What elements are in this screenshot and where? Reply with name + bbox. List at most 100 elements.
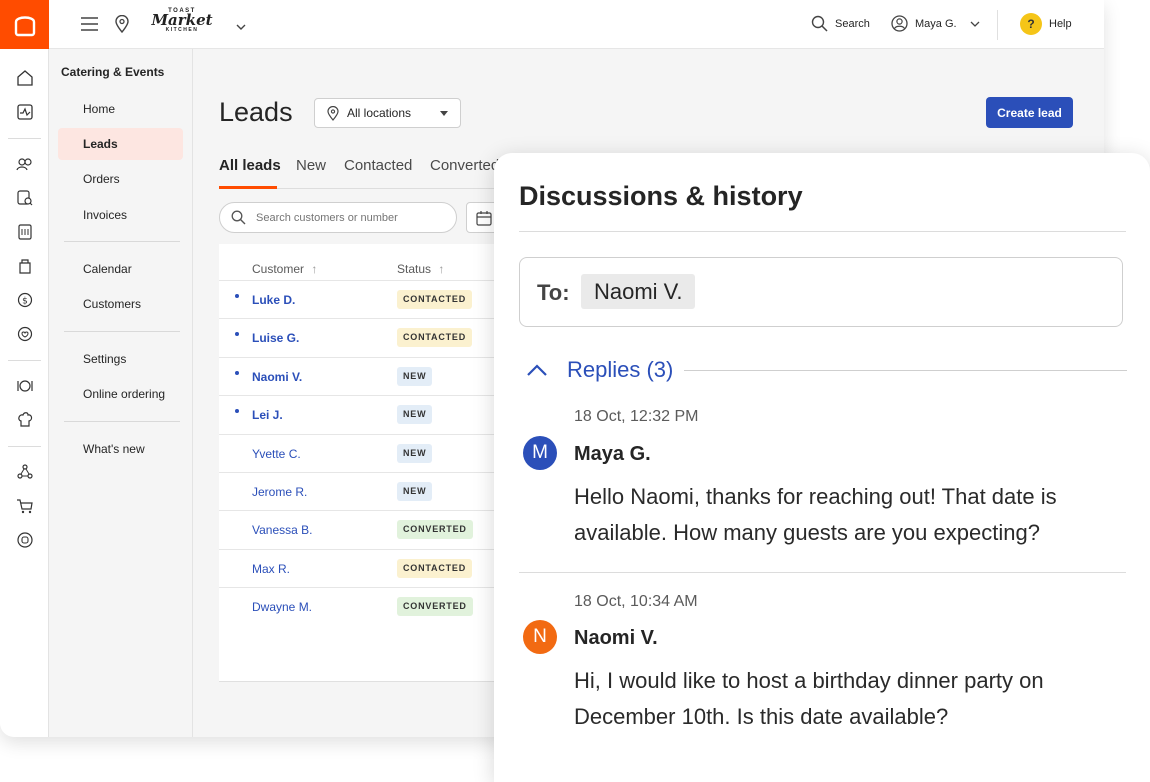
sidebar-item-online-ordering[interactable]: Online ordering [58, 378, 183, 410]
unread-indicator [235, 370, 239, 375]
search-icon [811, 15, 828, 32]
search-label: Search [835, 17, 870, 30]
chevron-down-icon[interactable] [236, 18, 246, 36]
table-row[interactable]: Jerome R. NEW [219, 472, 519, 510]
create-lead-button[interactable]: Create lead [986, 97, 1073, 128]
table-row[interactable]: Max R. CONTACTED [219, 548, 519, 587]
status-badge: CONVERTED [397, 520, 473, 540]
status-badge: NEW [397, 482, 433, 501]
bag-icon[interactable] [12, 253, 37, 278]
dining-icon[interactable] [12, 373, 37, 398]
table-row[interactable]: Luise G. CONTACTED [219, 318, 519, 356]
discussion-panel: Discussions & history To: Naomi V. Repli… [494, 153, 1150, 782]
sidebar: Catering & Events Home Leads Orders Invo… [49, 49, 193, 737]
help-button[interactable]: ? Help [1020, 13, 1072, 35]
customer-link[interactable]: Max R. [252, 562, 290, 576]
calendar-icon [476, 210, 492, 226]
guests-icon[interactable] [12, 151, 37, 176]
customer-link[interactable]: Vanessa B. [252, 523, 312, 537]
table-row[interactable]: Yvette C. NEW [219, 433, 519, 472]
customer-link[interactable]: Luise G. [252, 331, 299, 345]
location-select[interactable]: All locations [314, 98, 461, 128]
status-badge: CONTACTED [397, 328, 473, 348]
money-icon[interactable]: $ [12, 287, 37, 312]
column-header-customer[interactable]: Customer ↑ [252, 262, 317, 276]
user-menu[interactable]: Maya G. [891, 15, 980, 32]
table-row[interactable]: Luke D. CONTACTED [219, 280, 519, 318]
location-select-value: All locations [347, 106, 412, 120]
customer-link[interactable]: Dwayne M. [252, 600, 312, 614]
sidebar-item-settings[interactable]: Settings [58, 343, 183, 375]
tab-all-leads[interactable]: All leads [219, 157, 281, 174]
toast-logo[interactable] [0, 0, 49, 49]
customer-link[interactable]: Jerome R. [252, 485, 307, 499]
sidebar-item-whats-new[interactable]: What's new [58, 433, 183, 465]
sidebar-item-home[interactable]: Home [58, 93, 183, 125]
message-author: Naomi V. [574, 627, 658, 649]
sidebar-divider [64, 241, 180, 242]
customer-link[interactable]: Naomi V. [252, 370, 302, 384]
cart-icon[interactable] [12, 493, 37, 518]
hamburger-menu-icon[interactable] [81, 17, 98, 36]
caret-down-icon [440, 111, 448, 116]
top-bar: TOAST Market KITCHEN Search Maya G. ? He… [49, 0, 1104, 49]
user-avatar-icon [891, 15, 908, 32]
loyalty-icon[interactable] [12, 321, 37, 346]
table-row[interactable]: Naomi V. NEW [219, 356, 519, 395]
search-icon [231, 210, 246, 225]
customer-link[interactable]: Luke D. [252, 293, 295, 307]
customer-link[interactable]: Lei J. [252, 408, 283, 422]
active-tab-indicator [219, 186, 277, 189]
table-row[interactable]: Lei J. NEW [219, 395, 519, 433]
page-title: Leads [219, 97, 293, 127]
user-name-label: Maya G. [915, 17, 957, 30]
search-field[interactable] [219, 202, 457, 233]
location-pin-icon [327, 105, 339, 121]
sidebar-item-calendar[interactable]: Calendar [58, 253, 183, 285]
message-author: Maya G. [574, 443, 651, 465]
table-row[interactable]: Dwayne M. CONVERTED [219, 587, 519, 625]
icon-rail: $ [0, 0, 49, 737]
recipient-chip[interactable]: Naomi V. [581, 274, 696, 309]
to-label: To: [537, 280, 570, 305]
payments-search-icon[interactable] [12, 185, 37, 210]
leads-table: Customer ↑ Status ↑ Luke D. CONTACTED Luis… [219, 244, 519, 682]
replies-divider [684, 370, 1127, 371]
message-body: Hi, I would like to host a birthday dinn… [574, 668, 1044, 729]
search-button[interactable]: Search [811, 15, 870, 32]
replies-toggle[interactable]: Replies (3) [567, 357, 673, 383]
chevron-up-icon[interactable] [526, 363, 548, 382]
home-icon[interactable] [12, 65, 37, 90]
analytics-icon[interactable] [12, 99, 37, 124]
message-timestamp: 18 Oct, 10:34 AM [574, 593, 698, 610]
sidebar-section-title: Catering & Events [61, 65, 165, 79]
location-pin-icon[interactable] [115, 14, 129, 38]
help-label: Help [1049, 18, 1072, 30]
message-divider [519, 572, 1126, 573]
chef-hat-icon[interactable] [12, 407, 37, 432]
sidebar-item-leads[interactable]: Leads [58, 128, 183, 160]
topbar-divider [997, 10, 998, 40]
integrations-icon[interactable] [12, 459, 37, 484]
search-input[interactable] [256, 211, 446, 224]
tab-new[interactable]: New [296, 157, 326, 174]
sidebar-item-customers[interactable]: Customers [58, 288, 183, 320]
sidebar-item-invoices[interactable]: Invoices [58, 199, 183, 231]
menus-icon[interactable] [12, 219, 37, 244]
chevron-down-icon [970, 21, 980, 27]
status-badge: NEW [397, 443, 433, 463]
unread-indicator [235, 409, 239, 414]
table-row[interactable]: Vanessa B. CONVERTED [219, 510, 519, 548]
customer-link[interactable]: Yvette C. [252, 447, 301, 461]
panel-divider [519, 231, 1126, 232]
sidebar-divider [64, 331, 180, 332]
toast-circle-icon[interactable] [12, 527, 37, 552]
status-badge: NEW [397, 366, 433, 386]
column-header-status[interactable]: Status ↑ [397, 262, 444, 276]
sidebar-divider [64, 421, 180, 422]
sidebar-item-orders[interactable]: Orders [58, 163, 183, 195]
tab-contacted[interactable]: Contacted [344, 157, 412, 174]
recipient-field[interactable]: To: Naomi V. [519, 257, 1123, 327]
tab-converted[interactable]: Converted [430, 157, 499, 174]
restaurant-brand-logo[interactable]: TOAST Market KITCHEN [142, 8, 222, 42]
